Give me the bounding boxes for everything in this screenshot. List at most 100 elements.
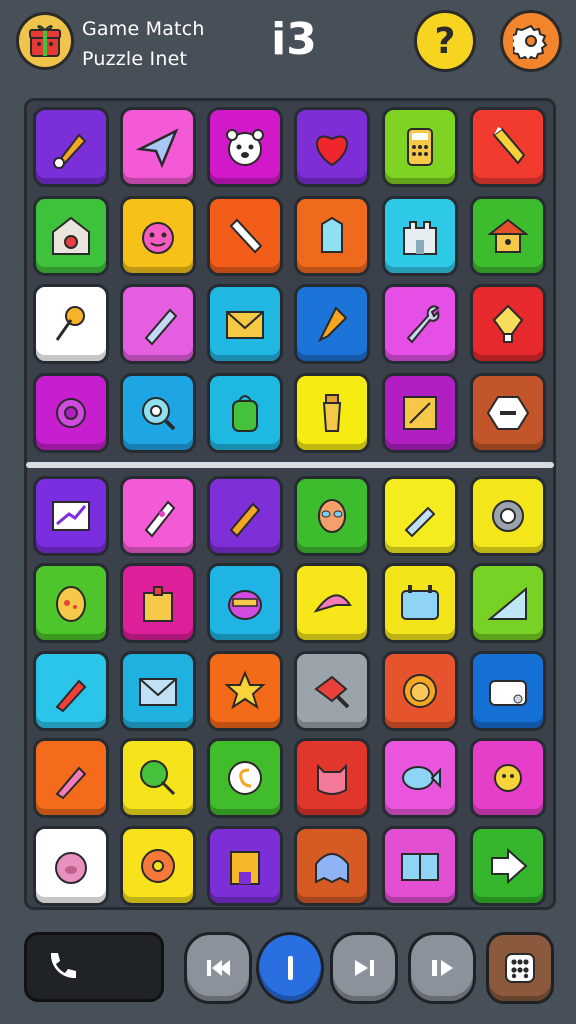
tile-crayon[interactable] <box>120 284 196 364</box>
tile-map[interactable] <box>382 373 458 453</box>
tile-shark-fin[interactable] <box>294 563 370 643</box>
crystal-icon <box>321 216 343 253</box>
tile-gear[interactable] <box>33 373 109 453</box>
tile-pink-monster[interactable] <box>120 196 196 276</box>
gear-icon <box>56 398 86 428</box>
tile-calendar[interactable] <box>382 563 458 643</box>
skip-forward-icon <box>355 960 374 976</box>
tile-fish[interactable] <box>382 738 458 818</box>
tile-pencil[interactable] <box>470 107 546 187</box>
tile-bag[interactable] <box>120 563 196 643</box>
tile-marker[interactable] <box>207 196 283 276</box>
tile-wrench[interactable] <box>382 284 458 364</box>
tile-cat[interactable] <box>294 738 370 818</box>
lion-icon <box>403 674 437 708</box>
tile-sun-monster[interactable] <box>470 738 546 818</box>
tile-calculator[interactable] <box>382 107 458 187</box>
play-pause-button[interactable] <box>408 932 476 1004</box>
help-button[interactable]: ? <box>414 10 476 72</box>
tile-egg[interactable] <box>33 563 109 643</box>
book-icon <box>401 853 439 881</box>
backpack-icon <box>232 395 258 432</box>
tile-tower-face[interactable] <box>207 826 283 906</box>
dice-grid-icon <box>505 953 535 983</box>
tower-face-icon <box>230 851 260 885</box>
gift-box-icon <box>29 25 61 57</box>
envelope-icon <box>226 311 264 339</box>
pencil-icon <box>492 127 526 165</box>
tile-crystal[interactable] <box>294 196 370 276</box>
tile-birdhouse[interactable] <box>470 196 546 276</box>
score-display: i3 <box>271 14 317 65</box>
chart-icon <box>52 501 90 531</box>
board-divider <box>26 462 554 468</box>
tile-robot-gear[interactable] <box>470 476 546 556</box>
bear-face-icon <box>226 129 264 166</box>
shark-fin-icon <box>313 594 352 613</box>
sun-monster-icon <box>494 764 522 792</box>
pause-play-icon <box>432 960 453 976</box>
phone-icon <box>50 953 76 979</box>
settings-button[interactable] <box>500 10 562 72</box>
tile-backpack[interactable] <box>207 373 283 453</box>
tile-envelope[interactable] <box>207 284 283 364</box>
tile-star-face[interactable] <box>207 651 283 731</box>
tile-alien[interactable] <box>294 476 370 556</box>
tile-pen-red[interactable] <box>33 651 109 731</box>
tile-radio[interactable] <box>470 651 546 731</box>
tile-monster[interactable] <box>207 563 283 643</box>
tile-pig[interactable] <box>33 826 109 906</box>
tile-castle[interactable] <box>382 196 458 276</box>
tile-paintbrush[interactable] <box>33 107 109 187</box>
radio-icon <box>489 680 527 706</box>
birdhouse-icon <box>487 218 529 253</box>
magnifier-icon <box>142 397 176 431</box>
tile-magnifier[interactable] <box>120 373 196 453</box>
coin-icon <box>228 761 262 795</box>
tile-pencil-pink[interactable] <box>33 738 109 818</box>
next-button[interactable] <box>330 932 398 1004</box>
tile-lollipop[interactable] <box>120 738 196 818</box>
castle-icon <box>403 221 437 255</box>
tile-pencil-orange[interactable] <box>207 476 283 556</box>
tile-paper-plane[interactable] <box>120 107 196 187</box>
donut-icon <box>141 849 175 883</box>
tile-lion[interactable] <box>382 651 458 731</box>
call-button[interactable] <box>24 932 164 1002</box>
tile-arrow-right[interactable] <box>470 826 546 906</box>
star-face-icon <box>224 670 266 710</box>
tile-lightbulb[interactable] <box>470 284 546 364</box>
rewind-button[interactable] <box>184 932 252 1004</box>
map-icon <box>403 396 437 430</box>
syringe-icon <box>404 506 436 538</box>
tile-cup[interactable] <box>294 373 370 453</box>
heart-icon <box>316 135 348 167</box>
tile-chart[interactable] <box>33 476 109 556</box>
tile-heart[interactable] <box>294 107 370 187</box>
tile-mail[interactable] <box>120 651 196 731</box>
game-subtitle: Puzzle Inet <box>82 48 188 70</box>
tile-book[interactable] <box>382 826 458 906</box>
magnify-red-icon <box>314 675 350 709</box>
tile-house-camera[interactable] <box>33 196 109 276</box>
tile-hexagon[interactable] <box>470 373 546 453</box>
tile-triangle[interactable] <box>470 563 546 643</box>
bottom-controls <box>0 924 576 1024</box>
tile-dropper[interactable] <box>294 284 370 364</box>
pause-button[interactable] <box>256 932 324 1004</box>
tile-magnify-red[interactable] <box>294 651 370 731</box>
rocket-icon <box>144 500 176 538</box>
tile-donut[interactable] <box>120 826 196 906</box>
grid-menu-button[interactable] <box>486 932 554 1004</box>
pen-red-icon <box>55 679 87 713</box>
tile-rocket[interactable] <box>120 476 196 556</box>
triangle-icon <box>487 586 527 620</box>
dropper-icon <box>317 306 348 343</box>
tile-bear-face[interactable] <box>207 107 283 187</box>
header: Game Match Puzzle Inet i3 ? <box>0 0 576 92</box>
tile-coin[interactable] <box>207 738 283 818</box>
tile-syringe[interactable] <box>382 476 458 556</box>
tile-ghost[interactable] <box>294 826 370 906</box>
game-title: Game Match <box>82 18 205 40</box>
tile-pushpin[interactable] <box>33 284 109 364</box>
